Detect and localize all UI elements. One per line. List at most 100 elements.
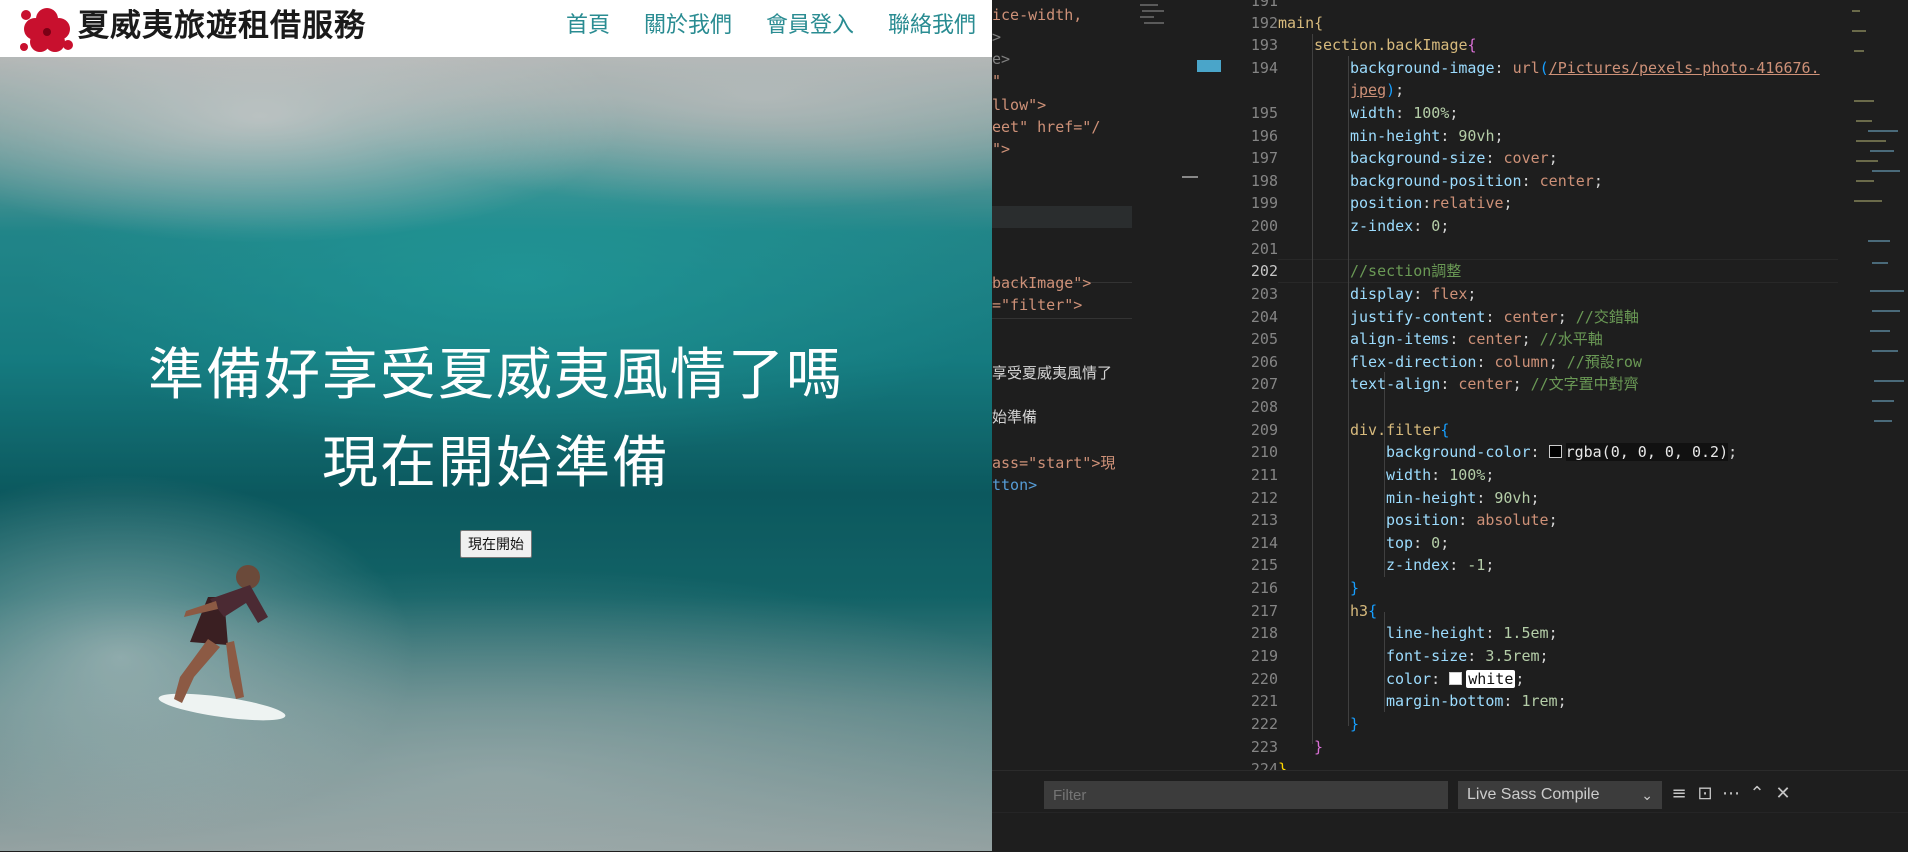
line-number: 221 bbox=[1250, 692, 1278, 710]
line-number: 214 bbox=[1250, 534, 1278, 552]
color-swatch-icon[interactable] bbox=[1548, 445, 1562, 458]
line-number: 213 bbox=[1250, 511, 1278, 529]
line-number: 219 bbox=[1250, 647, 1278, 665]
line-number: 209 bbox=[1250, 421, 1278, 439]
line-number: 198 bbox=[1250, 172, 1278, 190]
code-line: text-align: center; //文字置中對齊 bbox=[1350, 375, 1639, 393]
line-number: 212 bbox=[1250, 489, 1278, 507]
line-number: 199 bbox=[1250, 194, 1278, 212]
nav-login[interactable]: 會員登入 bbox=[766, 10, 854, 40]
hero-content: 準備好享受夏威夷風情了嗎 現在開始準備 現在開始 bbox=[0, 332, 992, 558]
line-number: 191 bbox=[1250, 0, 1278, 10]
start-button[interactable]: 現在開始 bbox=[460, 530, 532, 558]
code-line: display: flex; bbox=[1350, 285, 1477, 303]
hero-title-line2: 現在開始準備 bbox=[322, 431, 670, 496]
hero-section: 準備好享受夏威夷風情了嗎 現在開始準備 現在開始 bbox=[0, 57, 992, 851]
lock-icon[interactable]: ⊡ bbox=[1694, 783, 1716, 805]
html-code-line: e> bbox=[992, 50, 1011, 68]
line-number-active: 202 bbox=[1250, 262, 1278, 280]
nav-home[interactable]: 首頁 bbox=[566, 10, 610, 40]
html-code-line: ass="start">現 bbox=[992, 454, 1116, 472]
current-line-highlight bbox=[992, 206, 1132, 228]
code-line: align-items: center; //水平軸 bbox=[1350, 330, 1603, 348]
html-code-line: > bbox=[992, 28, 1002, 46]
line-number: 211 bbox=[1250, 466, 1278, 484]
html-code-line: backImage"> bbox=[992, 274, 1092, 292]
nav-contact[interactable]: 聯絡我們 bbox=[888, 10, 976, 40]
html-code-line: " bbox=[992, 72, 1002, 90]
chevron-up-icon[interactable]: ⌃ bbox=[1746, 783, 1768, 805]
list-filter-icon[interactable]: ≡ bbox=[1668, 783, 1690, 805]
html-code-line: "> bbox=[992, 140, 1011, 158]
code-line: } bbox=[1350, 579, 1360, 597]
line-number: 192 bbox=[1250, 14, 1278, 32]
indent-guide bbox=[1384, 372, 1385, 577]
line-number: 205 bbox=[1250, 330, 1278, 348]
code-line: line-height: 1.5em; bbox=[1386, 624, 1558, 642]
line-number: 215 bbox=[1250, 556, 1278, 574]
code-line: h3{ bbox=[1350, 602, 1378, 620]
code-line: main{ bbox=[1278, 14, 1324, 32]
code-line: position: absolute; bbox=[1386, 511, 1558, 529]
line-number: 203 bbox=[1250, 285, 1278, 303]
line-number: 200 bbox=[1250, 217, 1278, 235]
line-number: 195 bbox=[1250, 104, 1278, 122]
close-icon[interactable]: ✕ bbox=[1772, 783, 1794, 805]
code-line: min-height: 90vh; bbox=[1350, 127, 1504, 145]
indent-guide bbox=[1348, 56, 1349, 726]
bottom-strip bbox=[992, 812, 1908, 852]
line-number: 217 bbox=[1250, 602, 1278, 620]
image-preview-gutter-icon bbox=[1197, 60, 1221, 72]
output-channel-label: Live Sass Compile bbox=[1467, 786, 1600, 803]
code-line: background-size: cover; bbox=[1350, 149, 1558, 167]
nav-about[interactable]: 關於我們 bbox=[644, 10, 732, 40]
code-line: //section調整 bbox=[1350, 262, 1462, 280]
code-line: min-height: 90vh; bbox=[1386, 489, 1540, 507]
fold-marker bbox=[1182, 176, 1198, 178]
html-minimap[interactable] bbox=[1138, 0, 1168, 770]
code-line: margin-bottom: 1rem; bbox=[1386, 692, 1567, 710]
code-line: z-index: 0; bbox=[1350, 217, 1450, 235]
html-code-line: eet" href="/ bbox=[992, 118, 1101, 136]
brand-title[interactable]: 夏威夷旅遊租借服務 bbox=[78, 6, 366, 46]
hero-title-line1: 準備好享受夏威夷風情了嗎 bbox=[148, 343, 844, 408]
line-number: 210 bbox=[1250, 443, 1278, 461]
scss-code-area[interactable]: main{ section.backImage{ background-imag… bbox=[1278, 0, 1838, 770]
line-number: 194 bbox=[1250, 59, 1278, 77]
code-editor: ice-width, > e> " llow"> eet" href="/ ">… bbox=[992, 0, 1908, 852]
hibiscus-logo-icon bbox=[20, 8, 73, 52]
line-number: 207 bbox=[1250, 375, 1278, 393]
html-code-line: ice-width, bbox=[992, 6, 1083, 24]
html-editor-pane[interactable]: ice-width, > e> " llow"> eet" href="/ ">… bbox=[992, 0, 1132, 770]
main-nav: 首頁 關於我們 會員登入 聯絡我們 bbox=[532, 10, 976, 40]
line-number: 218 bbox=[1250, 624, 1278, 642]
code-line: width: 100%; bbox=[1350, 104, 1459, 122]
color-swatch-icon[interactable] bbox=[1449, 672, 1463, 685]
code-line: top: 0; bbox=[1386, 534, 1450, 552]
indent-guide bbox=[1312, 34, 1313, 744]
scss-minimap[interactable] bbox=[1848, 0, 1908, 770]
html-code-line: llow"> bbox=[992, 96, 1047, 114]
html-code-line: tton> bbox=[992, 476, 1038, 494]
html-code-line: 享受夏威夷風情了 bbox=[992, 364, 1113, 382]
code-line: } bbox=[1350, 715, 1360, 733]
output-channel-select[interactable]: Live Sass Compile ⌄ bbox=[1458, 781, 1662, 809]
code-line: background-color: rgba(0, 0, 0, 0.2); bbox=[1386, 443, 1738, 461]
browser-viewport: 夏威夷旅遊租借服務 首頁 關於我們 會員登入 聯絡我們 準備好享受夏威夷風情了嗎… bbox=[0, 0, 992, 851]
line-number: 193 bbox=[1250, 36, 1278, 54]
line-number: 196 bbox=[1250, 127, 1278, 145]
line-number: 222 bbox=[1250, 715, 1278, 733]
more-icon[interactable]: ⋯ bbox=[1720, 783, 1742, 805]
code-line: width: 100%; bbox=[1386, 466, 1495, 484]
line-number: 216 bbox=[1250, 579, 1278, 597]
line-number: 197 bbox=[1250, 149, 1278, 167]
output-filter-input[interactable] bbox=[1044, 781, 1448, 809]
navbar: 夏威夷旅遊租借服務 首頁 關於我們 會員登入 聯絡我們 bbox=[0, 0, 992, 57]
line-number: 208 bbox=[1250, 398, 1278, 416]
html-code-line: 始準備 bbox=[992, 408, 1038, 426]
code-line: background-image: url(/Pictures/pexels-p… bbox=[1350, 59, 1820, 77]
code-line: font-size: 3.5rem; bbox=[1386, 647, 1549, 665]
line-number: 220 bbox=[1250, 670, 1278, 688]
code-line: z-index: -1; bbox=[1386, 556, 1495, 574]
line-number: 206 bbox=[1250, 353, 1278, 371]
